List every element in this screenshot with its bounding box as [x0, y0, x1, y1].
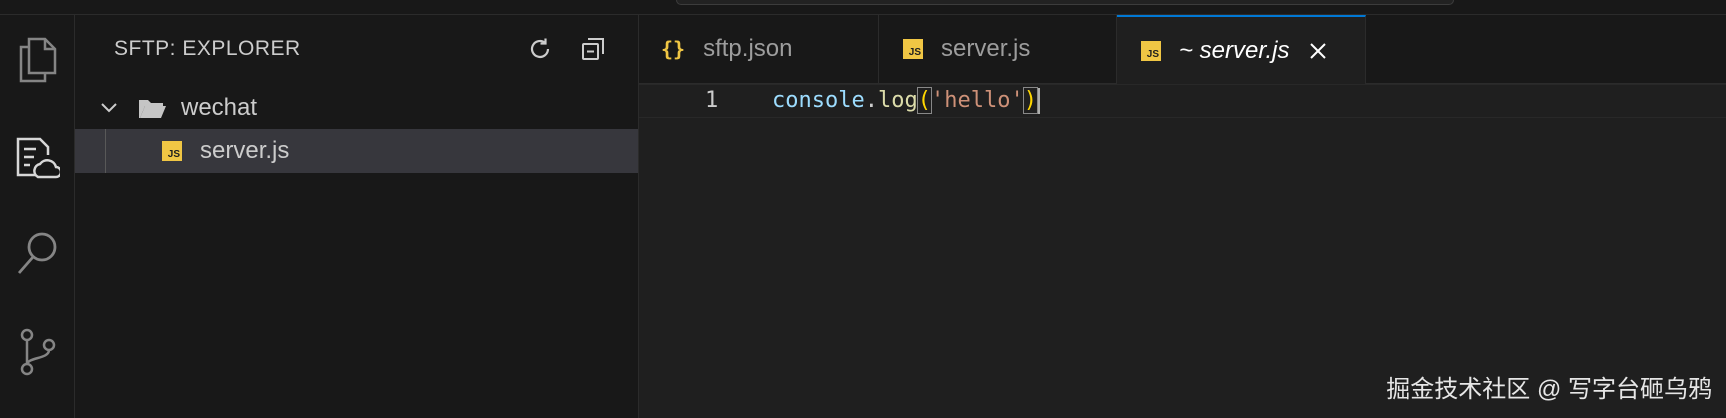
- refresh-icon[interactable]: [524, 33, 556, 65]
- sftp-explorer-panel: SFTP: EXPLORER wechat JS server.js: [75, 15, 639, 418]
- source-control-icon[interactable]: [0, 315, 74, 389]
- explorer-icon[interactable]: [0, 23, 74, 97]
- token-close-paren: ): [1022, 87, 1038, 114]
- editor-tab-bar: {} sftp.json JS server.js JS ~ server.js: [639, 15, 1726, 84]
- js-file-icon: JS: [903, 39, 923, 59]
- code-editor[interactable]: 1 console.log('hello'): [639, 84, 1726, 418]
- tree-folder-wechat[interactable]: wechat: [75, 86, 638, 130]
- close-icon[interactable]: [1309, 42, 1327, 60]
- tab-label: sftp.json: [703, 35, 793, 62]
- panel-title: SFTP: EXPLORER: [114, 37, 301, 60]
- line-number: 1: [705, 88, 719, 113]
- activity-bar: [0, 15, 75, 418]
- command-center[interactable]: [676, 0, 1454, 5]
- chevron-down-icon: [99, 101, 119, 115]
- collapse-all-icon[interactable]: [577, 33, 609, 65]
- code-line[interactable]: console.log('hello'): [772, 86, 1040, 116]
- text-cursor: [1037, 88, 1040, 114]
- watermark: 掘金技术社区 @ 写字台砸乌鸦: [1386, 376, 1712, 403]
- folder-open-icon: [137, 96, 167, 120]
- sftp-remote-icon[interactable]: [0, 121, 74, 195]
- search-icon[interactable]: [0, 217, 74, 291]
- token-object: console: [772, 88, 865, 113]
- js-file-icon: JS: [1141, 40, 1161, 61]
- token-dot: .: [864, 88, 878, 113]
- js-file-icon: JS: [162, 141, 182, 161]
- token-method: log: [877, 88, 918, 113]
- tab-server-js-remote[interactable]: JS ~ server.js: [1117, 15, 1366, 84]
- token-string: 'hello': [930, 88, 1024, 113]
- file-label: server.js: [200, 137, 290, 164]
- json-braces-icon: {}: [661, 37, 686, 61]
- folder-label: wechat: [181, 94, 258, 121]
- tab-label: server.js: [941, 35, 1031, 62]
- tree-file-server-js[interactable]: JS server.js: [75, 129, 638, 173]
- tab-sftp-json[interactable]: {} sftp.json: [639, 15, 879, 83]
- title-bar: [0, 0, 1726, 15]
- tab-label: ~ server.js: [1179, 36, 1290, 64]
- token-open-paren: (: [916, 87, 932, 114]
- indent-guide: [105, 129, 106, 173]
- tab-server-js[interactable]: JS server.js: [879, 15, 1117, 83]
